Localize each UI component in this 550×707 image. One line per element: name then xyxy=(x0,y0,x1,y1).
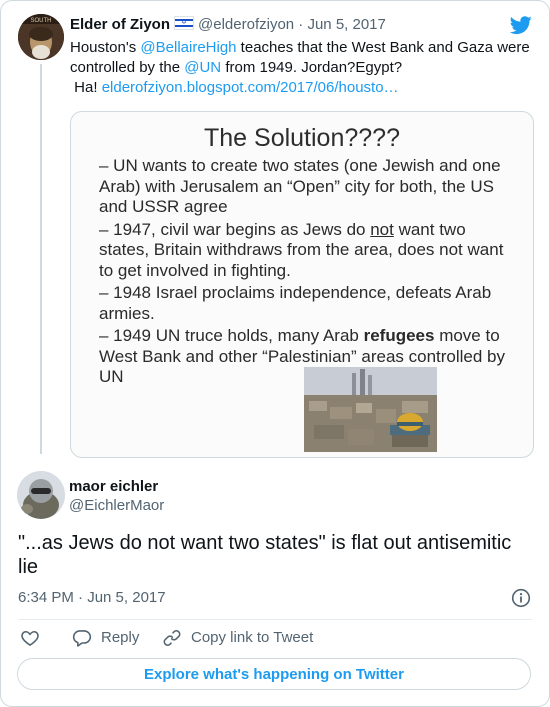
quoted-tweet-header: Elder of Ziyon ✡ @elderofziyon · Jun 5, 20… xyxy=(70,16,386,33)
divider xyxy=(18,619,532,620)
twitter-logo-icon[interactable] xyxy=(510,14,532,36)
avatar-label: SOUTH xyxy=(31,18,52,24)
reply-label: Reply xyxy=(101,629,140,646)
slide-bullet-text: – 1949 UN truce holds, many Arab xyxy=(99,326,364,345)
like-button[interactable] xyxy=(20,628,42,648)
slide-bullet: – 1948 Israel proclaims independence, de… xyxy=(99,283,492,323)
slide-title: The Solution???? xyxy=(204,124,400,152)
israel-flag-icon: ✡ xyxy=(174,16,195,30)
author-name[interactable]: Elder of Ziyon xyxy=(70,16,170,33)
slide-bullet-text: – 1947, civil war begins as Jews do xyxy=(99,219,371,239)
link-icon xyxy=(163,630,181,646)
explore-twitter-button[interactable]: Explore what's happening on Twitter xyxy=(17,658,531,690)
mention-link[interactable]: @UN xyxy=(184,59,221,76)
reply-author-name[interactable]: maor eichler xyxy=(69,478,158,495)
tweet-text: Ha! xyxy=(74,79,102,96)
slide-underlined-word: not xyxy=(370,219,394,239)
tweet-date[interactable]: Jun 5, 2017 xyxy=(307,16,385,33)
slide-body: – UN wants to create two states (one Jew… xyxy=(99,156,519,390)
tweet-image[interactable]: The Solution???? – UN wants to create tw… xyxy=(70,111,534,458)
reply-tweet-text: "...as Jews do not want two states" is f… xyxy=(18,532,512,578)
tweet-text: from 1949. Jordan?Egypt? xyxy=(221,59,403,76)
jerusalem-photo xyxy=(304,367,437,452)
reply-button[interactable]: Reply xyxy=(72,628,142,648)
reply-icon xyxy=(72,630,92,647)
reply-author-handle[interactable]: @EichlerMaor xyxy=(69,497,164,514)
avatar[interactable]: SOUTH xyxy=(18,14,64,60)
heart-icon xyxy=(21,630,39,647)
quoted-tweet-text: Houston's @BellaireHigh teaches that the… xyxy=(70,38,535,98)
thread-connector xyxy=(40,64,42,454)
slide-image: The Solution???? – UN wants to create tw… xyxy=(71,112,533,457)
url-link[interactable]: elderofziyon.blogspot.com/2017/06/housto… xyxy=(102,79,399,96)
avatar[interactable] xyxy=(17,471,65,519)
copy-link-label: Copy link to Tweet xyxy=(191,629,314,646)
tweet-text: Houston's xyxy=(70,39,141,56)
slide-bullet: – UN wants to create two states (one Jew… xyxy=(99,156,501,216)
author-handle[interactable]: @elderofziyon xyxy=(198,16,294,33)
info-icon[interactable] xyxy=(511,588,531,608)
slide-bold-word: refugees xyxy=(363,326,435,345)
copy-link-button[interactable]: Copy link to Tweet xyxy=(162,628,322,648)
tweet-timestamp[interactable]: 6:34 PM · Jun 5, 2017 xyxy=(18,589,166,606)
slide-bullet: – 1947, civil war begins as Jews do not … xyxy=(99,220,519,282)
mention-link[interactable]: @BellaireHigh xyxy=(140,39,236,56)
separator-dot: · xyxy=(294,16,308,33)
